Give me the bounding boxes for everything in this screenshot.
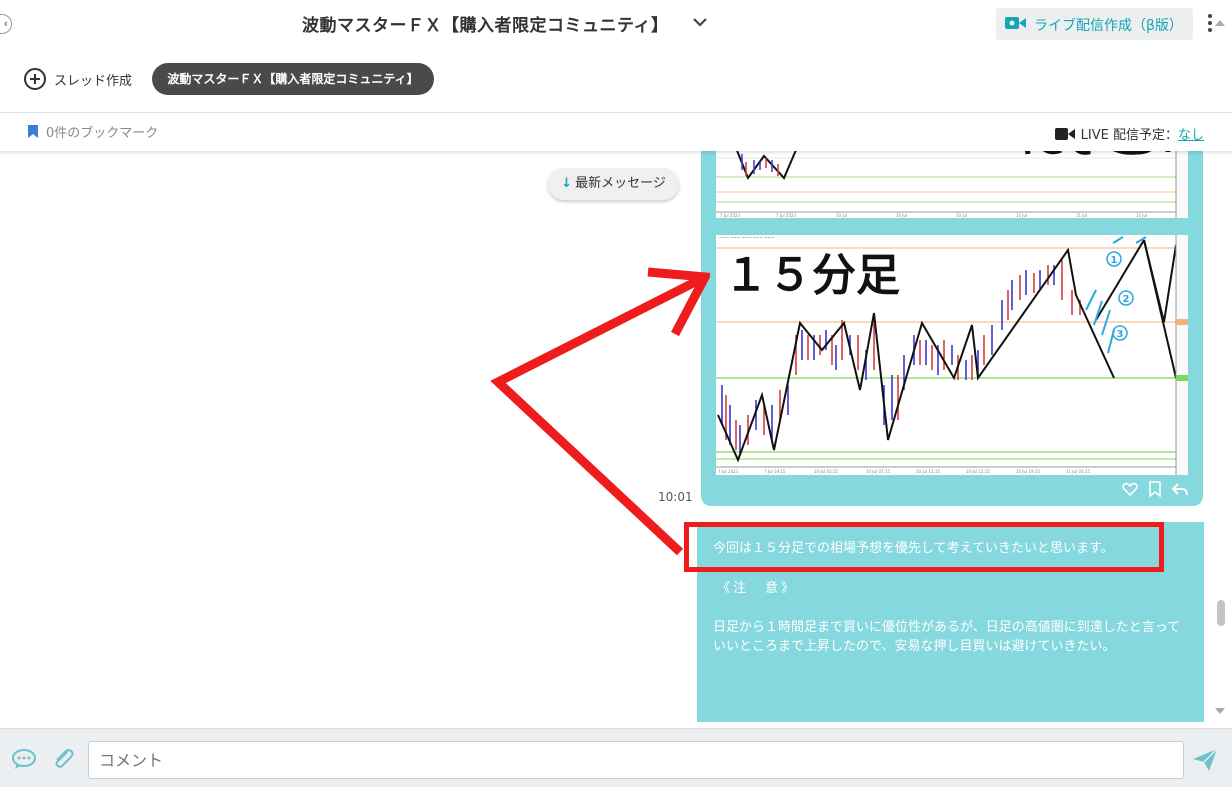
svg-text:10 Jul 11:15: 10 Jul 11:15 [916,469,940,474]
svg-text:7 Jul 2023: 7 Jul 2023 [720,213,741,218]
svg-text:2: 2 [1123,294,1130,305]
chart-image-main-graphic: ~~~ ~~~ ~~~ ~~~ ~~~ １５分足 123 7 Jul 2023 … [716,235,1188,475]
send-icon[interactable] [1192,748,1218,772]
svg-text:1: 1 [1111,255,1118,266]
create-live-button[interactable]: ライブ配信作成（β版） [996,8,1193,40]
svg-text:10 Jul 19:15: 10 Jul 19:15 [1016,469,1040,474]
message-note-heading: 《注 意》 [717,581,798,596]
chart-image-top-graphic: 7 Jul 2023 7 Jul 2023 10 Jul 10 Jul 10 Jul 1… [716,137,1188,218]
svg-text:11 Jul: 11 Jul [1136,213,1147,218]
scroll-down-arrow[interactable] [1215,708,1225,714]
video-camera-icon [1054,128,1075,140]
attachment-icon[interactable] [52,747,74,771]
reply-icon[interactable] [1172,481,1188,497]
bookmark-message-icon[interactable] [1147,481,1163,497]
back-icon[interactable]: ‹ [0,14,12,34]
channel-chip[interactable]: 波動マスターＦＸ【購入者限定コミュニティ】 [152,63,434,95]
header: ‹ 波動マスターＦＸ【購入者限定コミュニティ】 ライブ配信作成（β版） スレッド… [0,0,1232,113]
svg-text:10 Jul 07:15: 10 Jul 07:15 [866,469,890,474]
scrollbar-thumb[interactable] [1217,600,1225,626]
svg-text:11 Jul: 11 Jul [1016,213,1027,218]
chat-bubble-icon[interactable] [11,748,37,770]
live-schedule: LIVE 配信予定：なし [1054,124,1204,143]
chevron-down-icon[interactable] [690,14,710,32]
message-actions [1122,481,1188,497]
chart-image-1h[interactable]: 7 Jul 2023 7 Jul 2023 10 Jul 10 Jul 10 Jul 1… [716,137,1188,218]
svg-text:7 Jul 2023: 7 Jul 2023 [718,469,739,474]
new-thread-label: スレッド作成 [54,74,133,89]
bookmark-bar: 0件のブックマーク LIVE 配信予定：なし [0,113,1232,151]
chart-image-15m[interactable]: ~~~ ~~~ ~~~ ~~~ ~~~ １５分足 1 2 3 7 Jul 202… [716,235,1188,475]
like-icon[interactable] [1122,481,1138,497]
annotation-highlight-box [684,522,1164,572]
svg-text:~~~ ~~~ ~~~ ~~~ ~~~: ~~~ ~~~ ~~~ ~~~ ~~~ [719,235,774,240]
video-camera-icon [1005,17,1026,29]
app-page: ‹ 波動マスターＦＸ【購入者限定コミュニティ】 ライブ配信作成（β版） スレッド… [0,0,1232,787]
svg-text:11 Jul 03:15: 11 Jul 03:15 [1066,469,1090,474]
composer-bar [0,728,1232,787]
create-live-label: ライブ配信作成（β版） [1034,18,1183,34]
plus-circle-icon [24,68,46,90]
chart-image-title: １５分足 [724,250,900,301]
svg-text:3: 3 [1117,329,1124,340]
svg-text:10 Jul: 10 Jul [896,213,907,218]
live-schedule-link[interactable]: なし [1178,128,1204,143]
svg-text:10 Jul: 10 Jul [836,213,847,218]
more-menu-icon[interactable] [1206,14,1214,36]
message-body: 日足から１時間足まで買いに優位性があるが、日足の高値圏に到達したと言っていいとこ… [713,620,1181,654]
svg-text:7 Jul 19:15: 7 Jul 19:15 [764,469,786,474]
annotation-arrow [490,267,710,556]
svg-text:10 Jul 15:15: 10 Jul 15:15 [966,469,990,474]
live-schedule-label: LIVE 配信予定： [1080,128,1178,143]
arrow-down-icon: ↓ [561,176,573,191]
svg-text:10 Jul 03:15: 10 Jul 03:15 [814,469,838,474]
bookmark-icon [28,125,38,138]
svg-text:10 Jul: 10 Jul [956,213,967,218]
comment-input[interactable] [88,741,1184,779]
bookmark-count[interactable]: 0件のブックマーク [46,122,158,141]
page-title: 波動マスターＦＸ【購入者限定コミュニティ】 [302,16,669,36]
newest-message-button[interactable]: ↓ 最新メッセージ [548,168,679,200]
svg-text:7 Jul 2023: 7 Jul 2023 [776,213,797,218]
svg-text:11 Jul: 11 Jul [1076,213,1087,218]
newest-message-label: 最新メッセージ [575,176,666,191]
scroll-up-arrow[interactable] [1215,20,1225,26]
